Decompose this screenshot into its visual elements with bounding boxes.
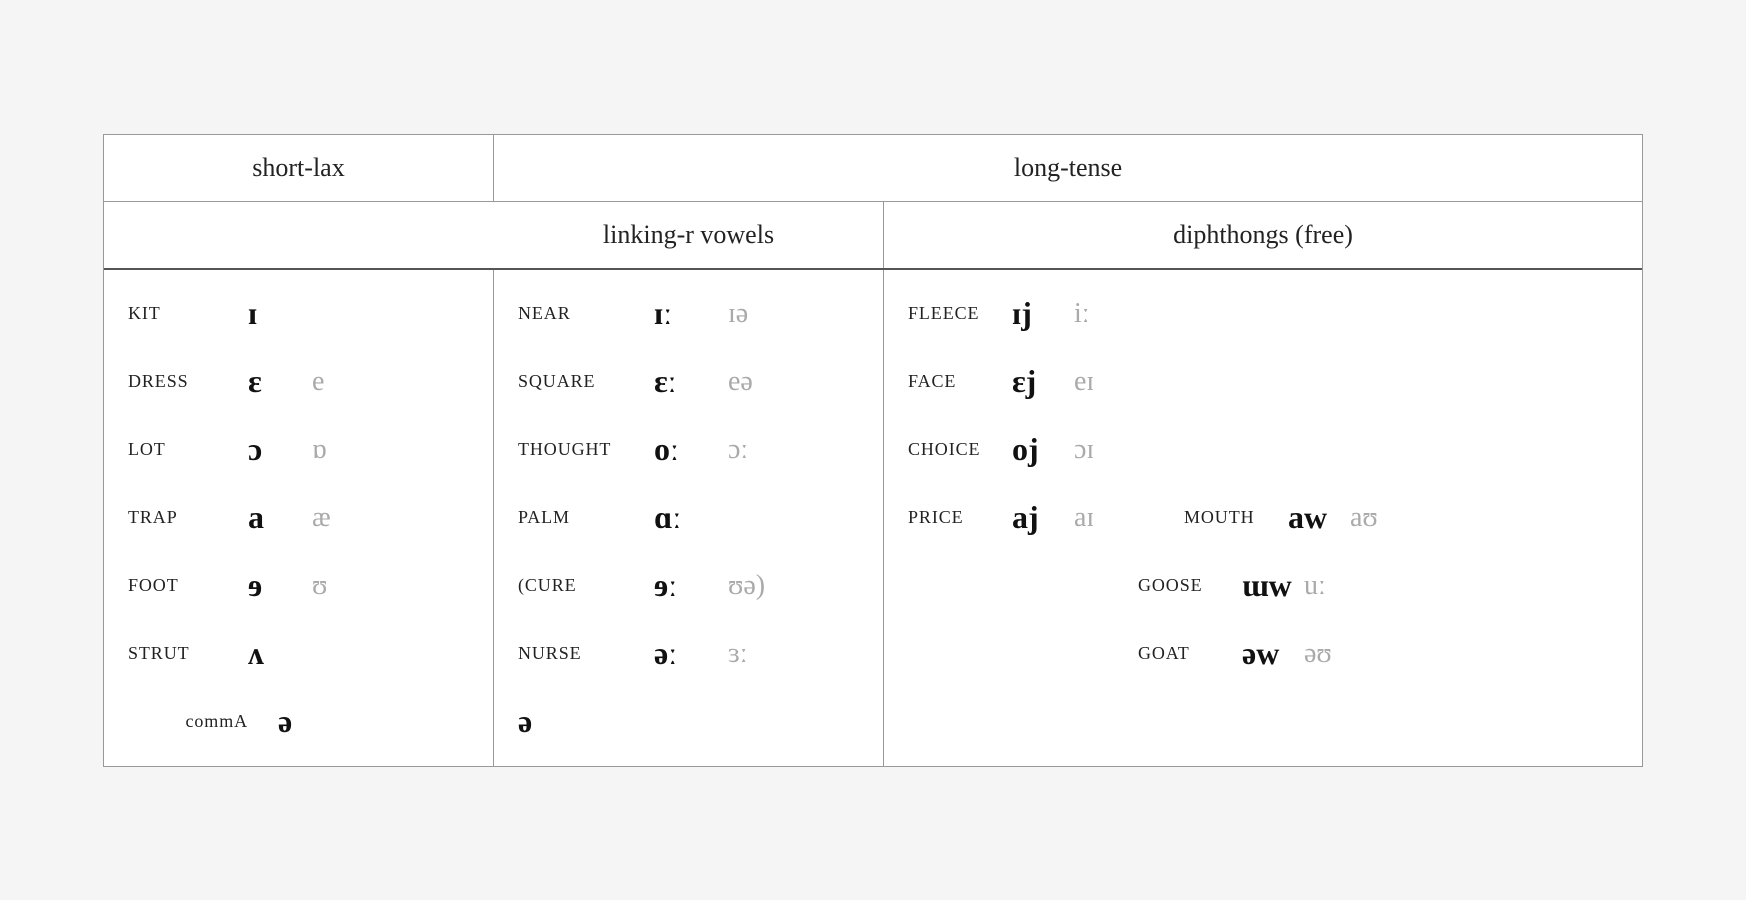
diph-fleece-group: FLEECE ɪj iː: [908, 295, 1114, 332]
list-item: TRAP a æ: [104, 484, 493, 552]
sym-square-primary: ɛː: [654, 363, 714, 400]
header-diphthongs: diphthongs (free): [884, 202, 1642, 268]
word-lot: LOT: [128, 439, 228, 460]
word-palm: PALM: [518, 507, 638, 528]
sym-goose-primary: ɯw: [1242, 567, 1292, 604]
sym-choice-primary: oj: [1012, 431, 1062, 468]
list-item: GOOSE ɯw uː: [884, 552, 1642, 620]
word-near: NEAR: [518, 303, 638, 324]
sym-price-secondary: aɪ: [1074, 502, 1114, 534]
word-thought: THOUGHT: [518, 439, 638, 460]
list-item: FACE ɛj eɪ: [884, 348, 1642, 416]
list-item: THOUGHT oː ɔː: [494, 416, 883, 484]
list-item: ə: [494, 688, 883, 756]
diph-choice-group: CHOICE oj ɔɪ: [908, 431, 1114, 468]
list-item: FOOT ɘ ʊ: [104, 552, 493, 620]
word-comma: commA: [128, 711, 258, 732]
sym-trap-secondary: æ: [312, 502, 352, 534]
list-item: [884, 688, 1642, 756]
sym-price-primary: aj: [1012, 499, 1062, 536]
sym-goat-primary: əw: [1242, 635, 1292, 672]
sym-fleece-secondary: iː: [1074, 298, 1114, 330]
word-face: FACE: [908, 371, 998, 392]
list-item: KIT ɪ: [104, 280, 493, 348]
sym-cure-secondary: ʊə): [728, 570, 765, 602]
sym-near-secondary: ɪə: [728, 298, 748, 330]
header-short-lax-empty: [104, 202, 494, 268]
word-dress: DRESS: [128, 371, 228, 392]
sym-schwa: ə: [518, 703, 578, 740]
word-strut: STRUT: [128, 643, 228, 664]
list-item: NEAR ɪː ɪə: [494, 280, 883, 348]
word-price: PRICE: [908, 507, 998, 528]
list-item: STRUT ʌ: [104, 620, 493, 688]
header-linking-r: linking-r vowels: [494, 202, 884, 268]
word-nurse: NURSE: [518, 643, 638, 664]
list-item: NURSE əː ɜː: [494, 620, 883, 688]
sym-foot-secondary: ʊ: [312, 570, 352, 602]
sym-strut-primary: ʌ: [248, 635, 298, 672]
word-trap: TRAP: [128, 507, 228, 528]
diph-mouth-group: MOUTH aw aʊ: [1184, 499, 1390, 536]
list-item: SQUARE ɛː eə: [494, 348, 883, 416]
sym-nurse-primary: əː: [654, 635, 714, 672]
sym-mouth-secondary: aʊ: [1350, 502, 1390, 534]
col-linking-r: NEAR ɪː ɪə SQUARE ɛː eə THOUGHT oː ɔː PA…: [494, 270, 884, 766]
sym-thought-secondary: ɔː: [728, 434, 748, 466]
diph-goose-group: GOOSE ɯw uː: [1138, 567, 1344, 604]
sym-comma-primary: ə: [278, 703, 328, 740]
sym-face-secondary: eɪ: [1074, 366, 1114, 398]
word-goose: GOOSE: [1138, 575, 1228, 596]
col-diphthongs: FLEECE ɪj iː FACE ɛj eɪ CHOICE oj ɔɪ: [884, 270, 1642, 766]
word-foot: FOOT: [128, 575, 228, 596]
list-item: GOAT əw əʊ: [884, 620, 1642, 688]
sym-trap-primary: a: [248, 499, 298, 536]
header-long-tense: long-tense: [494, 135, 1642, 201]
word-cure: (CURE: [518, 575, 638, 596]
sym-lot-primary: ɔ: [248, 431, 298, 468]
diph-goat-group: GOAT əw əʊ: [1138, 635, 1344, 672]
list-item: DRESS ɛ e: [104, 348, 493, 416]
sym-thought-primary: oː: [654, 431, 714, 468]
list-item: PRICE aj aɪ MOUTH aw aʊ: [884, 484, 1642, 552]
word-kit: KIT: [128, 303, 228, 324]
list-item: (CURE ɘː ʊə): [494, 552, 883, 620]
sym-face-primary: ɛj: [1012, 363, 1062, 400]
sym-lot-secondary: ɒ: [312, 434, 352, 466]
sym-kit-primary: ɪ: [248, 295, 298, 332]
sym-choice-secondary: ɔɪ: [1074, 434, 1114, 466]
sym-foot-primary: ɘ: [248, 567, 298, 604]
col-short-lax: KIT ɪ DRESS ɛ e LOT ɔ ɒ TRAP a æ FOOT ɘ: [104, 270, 494, 766]
sym-near-primary: ɪː: [654, 295, 714, 332]
body-section: KIT ɪ DRESS ɛ e LOT ɔ ɒ TRAP a æ FOOT ɘ: [104, 270, 1642, 766]
list-item: PALM ɑː: [494, 484, 883, 552]
diph-price-group: PRICE aj aɪ: [908, 499, 1114, 536]
header-row-1: short-lax long-tense: [104, 135, 1642, 202]
sym-nurse-secondary: ɜː: [728, 638, 748, 670]
sym-mouth-primary: aw: [1288, 499, 1338, 536]
list-item: LOT ɔ ɒ: [104, 416, 493, 484]
sym-goat-secondary: əʊ: [1304, 638, 1344, 670]
list-item: FLEECE ɪj iː: [884, 280, 1642, 348]
word-choice: CHOICE: [908, 439, 998, 460]
sym-square-secondary: eə: [728, 366, 753, 398]
sym-dress-secondary: e: [312, 366, 352, 398]
sym-palm-primary: ɑː: [654, 499, 714, 536]
word-fleece: FLEECE: [908, 303, 998, 324]
word-mouth: MOUTH: [1184, 507, 1274, 528]
sym-goose-secondary: uː: [1304, 570, 1344, 602]
word-goat: GOAT: [1138, 643, 1228, 664]
main-table: short-lax long-tense linking-r vowels di…: [103, 134, 1643, 767]
list-item: CHOICE oj ɔɪ: [884, 416, 1642, 484]
header-short-lax: short-lax: [104, 135, 494, 201]
list-item: commA ə: [104, 688, 493, 756]
header-row-2: linking-r vowels diphthongs (free): [104, 202, 1642, 270]
sym-fleece-primary: ɪj: [1012, 295, 1062, 332]
sym-cure-primary: ɘː: [654, 567, 714, 604]
diph-face-group: FACE ɛj eɪ: [908, 363, 1114, 400]
sym-dress-primary: ɛ: [248, 363, 298, 400]
word-square: SQUARE: [518, 371, 638, 392]
